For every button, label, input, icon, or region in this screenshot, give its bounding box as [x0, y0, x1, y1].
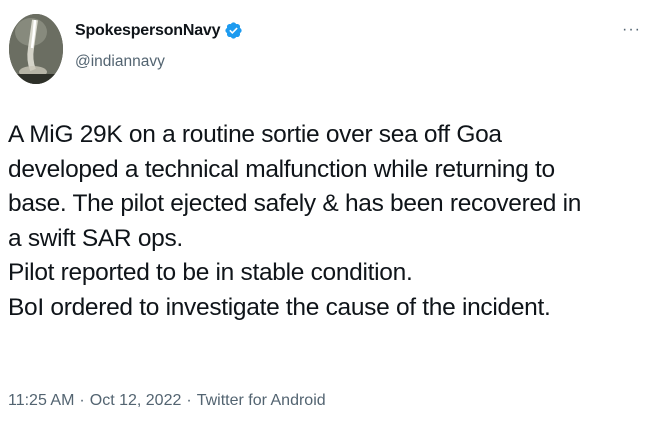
tweet-text-line: base. The pilot ejected safely & has bee… — [8, 190, 582, 217]
tweet-text-line: BoI ordered to investigate the cause of … — [8, 293, 551, 321]
verified-badge-icon — [225, 22, 242, 39]
author-name-row: SpokespersonNavy — [75, 21, 243, 40]
tweet-text-line: developed a technical malfunction while … — [8, 155, 555, 183]
author-display-name[interactable]: SpokespersonNavy — [75, 22, 221, 40]
tweet-text: A MiG 29K on a routine sortie over sea o… — [8, 118, 644, 325]
author-handle[interactable]: @indiannavy — [75, 53, 165, 71]
tweet-source[interactable]: Twitter for Android — [197, 392, 326, 409]
tweet-date[interactable]: Oct 12, 2022 — [90, 392, 182, 409]
meta-separator: · — [79, 392, 85, 409]
more-options-icon[interactable]: ··· — [622, 22, 641, 38]
tweet-metadata: 11:25 AM · Oct 12, 2022 · Twitter for Androi… — [8, 392, 326, 410]
tweet-time[interactable]: 11:25 AM — [8, 392, 74, 409]
tweet-card: SpokespersonNavy @indiannavy ··· A MiG 2… — [0, 0, 650, 421]
author-avatar[interactable] — [9, 14, 63, 84]
meta-separator: · — [186, 392, 192, 409]
missile-launch-icon — [9, 14, 63, 84]
tweet-text-line: Pilot reported to be in stable condition… — [8, 259, 413, 286]
tweet-text-line: a swift SAR ops. — [8, 224, 183, 252]
tweet-text-line: A MiG 29K on a routine sortie over sea o… — [8, 121, 502, 148]
